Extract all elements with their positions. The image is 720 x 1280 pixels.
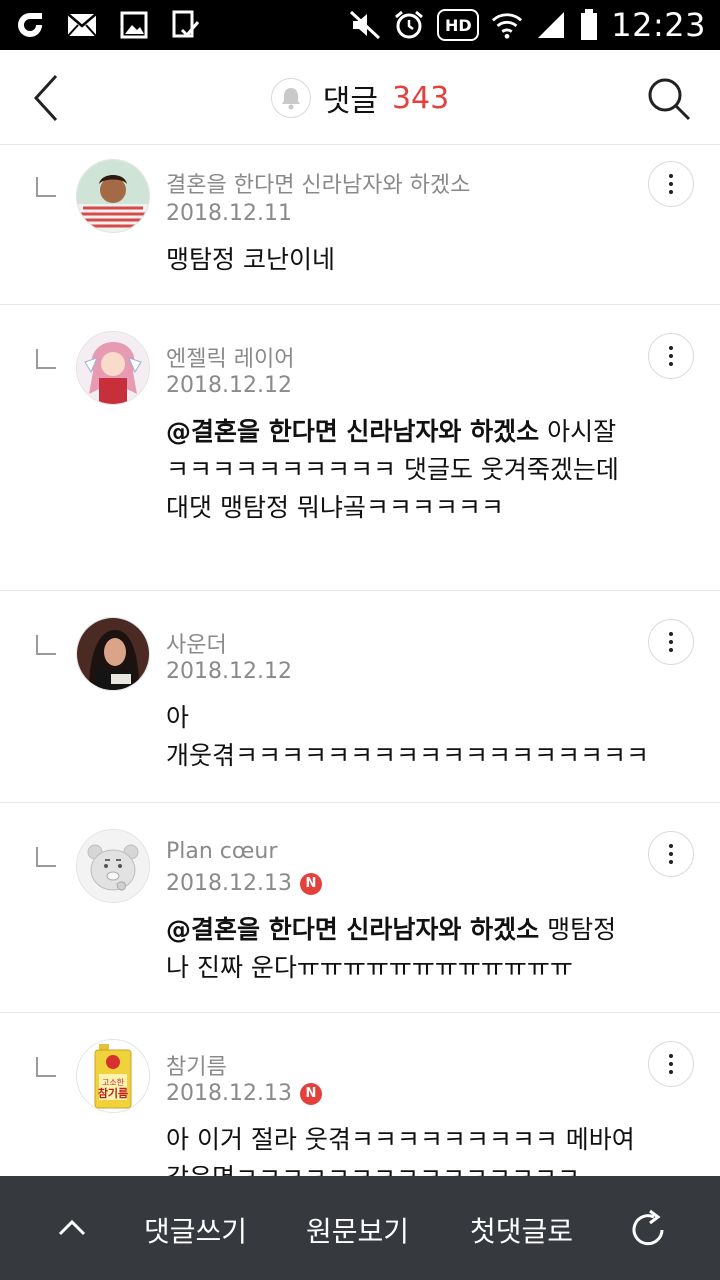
sesame-name-text: 참기름	[98, 1086, 128, 1100]
avatar-man-striped-shirt	[77, 160, 149, 232]
avatar[interactable]	[76, 159, 150, 233]
more-options-button[interactable]	[648, 333, 694, 379]
reply-indicator-icon	[36, 847, 56, 867]
more-options-button[interactable]	[648, 619, 694, 665]
scroll-top-button[interactable]	[56, 1212, 88, 1244]
avatar-woman-dark-hair	[77, 618, 149, 690]
hd-voice-icon: HD	[437, 9, 480, 41]
bottom-toolbar: 댓글쓰기 원문보기 첫댓글로	[0, 1176, 720, 1280]
more-vertical-icon	[669, 842, 673, 866]
status-bar: HD 12:23	[0, 0, 720, 50]
comment-item: 엔젤릭 레이어 2018.12.12 @결혼을 한다면 신라남자와 하겠소 아시…	[0, 305, 720, 591]
comment-date-text: 2018.12.12	[166, 373, 292, 398]
notification-toggle[interactable]	[270, 78, 311, 118]
comment-body: @결혼을 한다면 신라남자와 하겠소 맹탐정 나 진짜 운다ㅠㅠㅠㅠㅠㅠㅠㅠㅠㅠ…	[166, 911, 636, 987]
signal-icon	[535, 9, 567, 41]
comment-item: 고소한 참기름 참기름 2018.12.13 N 아 이거 절라 웃겪ㅋㅋㅋㅋㅋ…	[0, 1013, 720, 1176]
status-time: 12:23	[611, 6, 706, 44]
reply-indicator-icon	[36, 1057, 56, 1077]
more-vertical-icon	[669, 630, 673, 654]
comment-body: @결혼을 한다면 신라남자와 하겠소 아시잘ㅋㅋㅋㅋㅋㅋㅋㅋㅋㅋ 댓글도 웃겨죽…	[166, 413, 636, 527]
comment-date: 2018.12.12	[166, 659, 292, 684]
more-vertical-icon	[669, 344, 673, 368]
mail-icon	[66, 9, 98, 41]
hd-label: HD	[444, 15, 472, 35]
refresh-button[interactable]	[626, 1208, 670, 1252]
header: 댓글 343	[0, 50, 720, 145]
reply-indicator-icon	[36, 635, 56, 655]
first-comment-button[interactable]: 첫댓글로	[470, 1210, 573, 1250]
more-vertical-icon	[669, 172, 673, 196]
comment-date-text: 2018.12.13	[166, 871, 292, 896]
clipboard-icon	[170, 9, 202, 41]
alarm-icon	[393, 9, 425, 41]
avatar-anime-girl	[77, 332, 149, 404]
comment-author[interactable]: 엔젤릭 레이어	[166, 341, 294, 373]
bell-icon	[281, 88, 300, 110]
comment-date: 2018.12.12	[166, 373, 292, 398]
more-vertical-icon	[669, 1052, 673, 1076]
comment-text: 아 이거 절라 웃겪ㅋㅋㅋㅋㅋㅋㅋㅋㅋ 메바여 같은면ㅋㅋㅋㅋㅋㅋㅋㅋㅋㅋㅋㅋㅋ…	[166, 1125, 635, 1176]
comment-date-text: 2018.12.11	[166, 201, 292, 226]
more-options-button[interactable]	[648, 1041, 694, 1087]
chevron-up-icon	[58, 1219, 86, 1236]
comment-item: 결혼을 한다면 신라남자와 하겠소 2018.12.11 맹탐정 코난이네	[0, 145, 720, 305]
comment-author[interactable]: 결혼을 한다면 신라남자와 하겠소	[166, 167, 470, 199]
comment-item: Plan cœur 2018.12.13 N @결혼을 한다면 신라남자와 하겠…	[0, 803, 720, 1013]
more-options-button[interactable]	[648, 161, 694, 207]
comment-text: 맹탐정 코난이네	[166, 245, 335, 274]
comment-mention[interactable]: @결혼을 한다면 신라남자와 하겠소	[166, 915, 539, 944]
page-title: 댓글	[322, 84, 378, 119]
wifi-icon	[491, 9, 523, 41]
avatar[interactable]	[76, 829, 150, 903]
more-options-button[interactable]	[648, 831, 694, 877]
carrier-logo-icon	[14, 9, 46, 41]
comment-body: 아 이거 절라 웃겪ㅋㅋㅋㅋㅋㅋㅋㅋㅋ 메바여 같은면ㅋㅋㅋㅋㅋㅋㅋㅋㅋㅋㅋㅋㅋ…	[166, 1121, 656, 1176]
reply-indicator-icon	[36, 349, 56, 369]
avatar-kakao-ryan	[77, 830, 149, 902]
status-bar-left	[0, 9, 202, 41]
comment-body: 아 개웃겪ㅋㅋㅋㅋㅋㅋㅋㅋㅋㅋㅋㅋㅋㅋㅋㅋㅋㅋ	[166, 699, 666, 775]
new-badge: N	[299, 1082, 322, 1105]
comment-author[interactable]: 참기름	[166, 1049, 227, 1081]
mute-icon	[349, 9, 381, 41]
refresh-icon	[632, 1209, 664, 1246]
view-original-button[interactable]: 원문보기	[306, 1210, 409, 1250]
comment-author[interactable]: Plan cœur	[166, 839, 277, 864]
status-bar-right: HD 12:23	[349, 6, 720, 44]
gallery-icon	[118, 9, 150, 41]
search-icon	[648, 78, 691, 121]
comment-date-text: 2018.12.13	[166, 1081, 292, 1106]
comment-date: 2018.12.11	[166, 201, 292, 226]
comment-mention[interactable]: @결혼을 한다면 신라남자와 하겠소	[166, 417, 539, 446]
battery-icon	[579, 9, 599, 41]
comment-item: 사운더 2018.12.12 아 개웃겪ㅋㅋㅋㅋㅋㅋㅋㅋㅋㅋㅋㅋㅋㅋㅋㅋㅋㅋ	[0, 591, 720, 803]
avatar[interactable]	[76, 331, 150, 405]
comment-body: 맹탐정 코난이네	[166, 241, 656, 279]
avatar-sesame-oil-bottle: 고소한 참기름	[77, 1040, 149, 1112]
comment-author[interactable]: 사운더	[166, 627, 227, 659]
avatar[interactable]	[76, 617, 150, 691]
comment-date-text: 2018.12.12	[166, 659, 292, 684]
reply-indicator-icon	[36, 177, 56, 197]
new-badge: N	[299, 872, 322, 895]
sesame-brand-text: 고소한	[102, 1078, 125, 1087]
avatar[interactable]: 고소한 참기름	[76, 1039, 150, 1113]
search-button[interactable]	[646, 76, 692, 122]
comment-date: 2018.12.13 N	[166, 871, 322, 896]
header-title: 댓글 343	[0, 76, 720, 120]
comment-count: 343	[391, 80, 450, 116]
comment-date: 2018.12.13 N	[166, 1081, 322, 1106]
comment-list[interactable]: 결혼을 한다면 신라남자와 하겠소 2018.12.11 맹탐정 코난이네 엔젤…	[0, 145, 720, 1176]
write-comment-button[interactable]: 댓글쓰기	[144, 1210, 247, 1250]
comment-text: 아 개웃겪ㅋㅋㅋㅋㅋㅋㅋㅋㅋㅋㅋㅋㅋㅋㅋㅋㅋㅋ	[166, 703, 650, 770]
